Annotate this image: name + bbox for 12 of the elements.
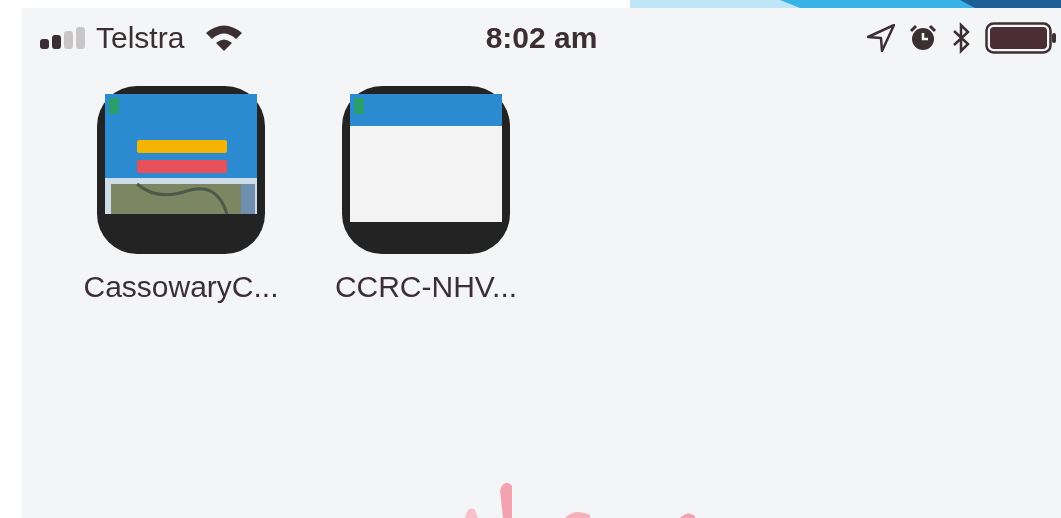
clock-time: 8:02 am	[485, 21, 598, 55]
app-label[interactable]: CassowaryC...	[83, 270, 279, 304]
app-icon[interactable]	[97, 86, 265, 254]
signal-icon	[40, 27, 88, 49]
wifi-icon	[204, 24, 245, 52]
app-label[interactable]: CCRC-NHV...	[334, 270, 518, 304]
battery-icon	[985, 22, 1057, 54]
carrier-name: Telstra	[96, 21, 185, 55]
bluetooth-icon	[951, 22, 971, 54]
location-arrow-icon	[867, 24, 895, 52]
alarm-clock-icon	[909, 24, 937, 52]
app-icon[interactable]	[342, 86, 510, 254]
